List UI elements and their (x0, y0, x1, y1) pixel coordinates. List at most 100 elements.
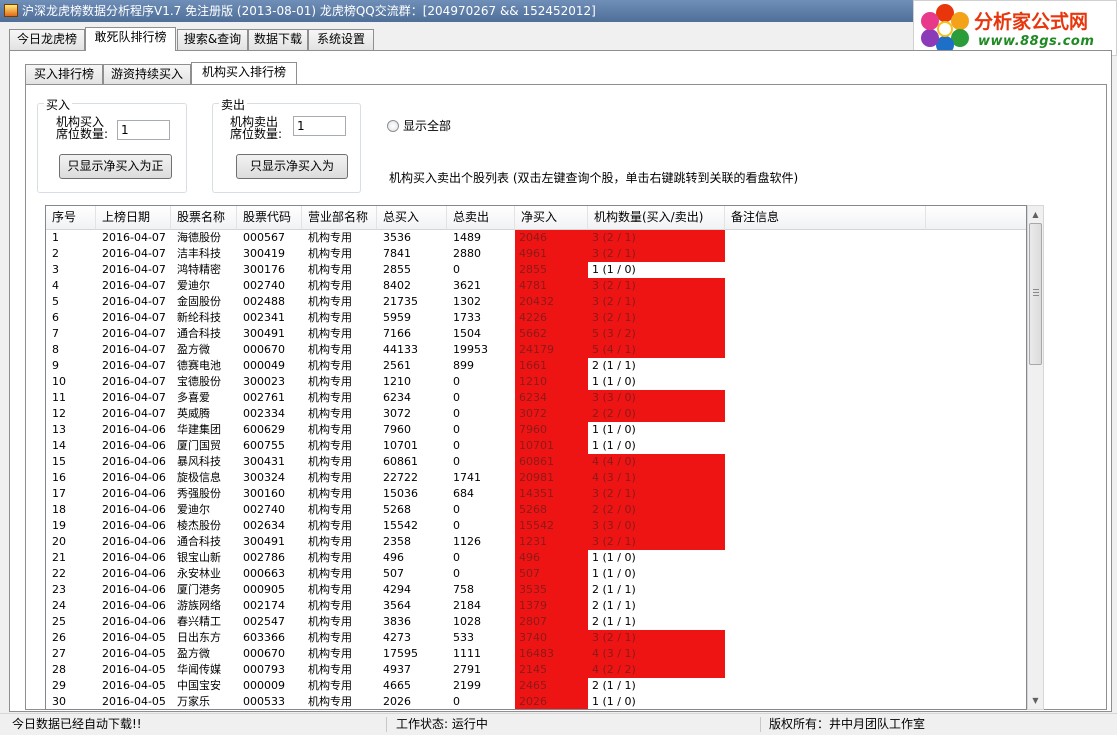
subtab-institution-buy-ranking[interactable]: 机构买入排行榜 (191, 62, 297, 84)
cell-net-buy: 5662 (515, 326, 588, 342)
sell-group-title: 卖出 (219, 96, 248, 113)
table-row[interactable]: 21 2016-04-06 银宝山新 002786 机构专用 496 0 496 1 (1 / … (46, 550, 1026, 566)
table-row[interactable]: 17 2016-04-06 秀强股份 300160 机构专用 15036 684 14351 3… (46, 486, 1026, 502)
cell-date: 2016-04-06 (102, 503, 166, 516)
tab-data-download[interactable]: 数据下载 (248, 29, 308, 50)
tab-daredevil-ranking[interactable]: 敢死队排行榜 (85, 27, 176, 51)
cell-date: 2016-04-05 (102, 663, 166, 676)
table-row[interactable]: 30 2016-04-05 万家乐 000533 机构专用 2026 0 2026 1 (1 /… (46, 694, 1026, 709)
subtab-hot-money-continuous[interactable]: 游资持续买入 (103, 64, 191, 84)
table-row[interactable]: 10 2016-04-07 宝德股份 300023 机构专用 1210 0 1210 1 (1 … (46, 374, 1026, 390)
header-stock-code[interactable]: 股票代码 (237, 206, 302, 230)
cell-stock-code: 002740 (243, 503, 285, 516)
cell-total-buy: 17595 (383, 647, 418, 660)
table-row[interactable]: 7 2016-04-07 通合科技 300491 机构专用 7166 1504 5662 5 (… (46, 326, 1026, 342)
tab-system-settings[interactable]: 系统设置 (308, 29, 374, 50)
cell-total-sell: 19953 (453, 343, 488, 356)
cell-stock-code: 300176 (243, 263, 285, 276)
table-row[interactable]: 6 2016-04-07 新纶科技 002341 机构专用 5959 1733 4226 3 (… (46, 310, 1026, 326)
cell-net-buy: 2465 (515, 678, 588, 694)
header-net-buy[interactable]: 净买入 (515, 206, 588, 230)
table-row[interactable]: 26 2016-04-05 日出东方 603366 机构专用 4273 533 3740 3 (… (46, 630, 1026, 646)
show-all-label[interactable]: 显示全部 (403, 120, 451, 132)
table-row[interactable]: 3 2016-04-07 鸿特精密 300176 机构专用 2855 0 2855 1 (1 /… (46, 262, 1026, 278)
cell-stock-name: 中国宝安 (177, 679, 221, 692)
cell-seq: 7 (52, 327, 59, 340)
header-branch-name[interactable]: 营业部名称 (302, 206, 377, 230)
cell-date: 2016-04-07 (102, 231, 166, 244)
cell-remark (725, 630, 926, 646)
institution-stock-table[interactable]: 序号 上榜日期 股票名称 股票代码 营业部名称 总买入 总卖出 净买入 机构数量(买入/卖出) 备… (45, 205, 1027, 710)
show-net-buy-button[interactable]: 只显示净买入为 (236, 154, 348, 179)
header-total-buy[interactable]: 总买入 (377, 206, 447, 230)
table-row[interactable]: 1 2016-04-07 海德股份 000567 机构专用 3536 1489 2046 3 (… (46, 230, 1026, 246)
table-row[interactable]: 14 2016-04-06 厦门国贸 600755 机构专用 10701 0 10701 1 (… (46, 438, 1026, 454)
table-header: 序号 上榜日期 股票名称 股票代码 营业部名称 总买入 总卖出 净买入 机构数量(买入/卖出) 备… (46, 206, 1026, 230)
table-row[interactable]: 11 2016-04-07 多喜爱 002761 机构专用 6234 0 6234 3 (3 /… (46, 390, 1026, 406)
table-row[interactable]: 29 2016-04-05 中国宝安 000009 机构专用 4665 2199 2465 2 … (46, 678, 1026, 694)
show-net-buy-positive-button[interactable]: 只显示净买入为正 (59, 154, 172, 179)
cell-stock-name: 旋极信息 (177, 471, 221, 484)
cell-institution-count: 2 (1 / 1) (592, 599, 636, 612)
table-vertical-scrollbar[interactable]: ▲ ▼ (1027, 205, 1044, 710)
table-row[interactable]: 25 2016-04-06 春兴精工 002547 机构专用 3836 1028 2807 2 … (46, 614, 1026, 630)
institution-panel: 买入 机构买入 席位数量: 只显示净买入为正 卖出 机构卖出 席位数量: 只显示… (25, 84, 1107, 710)
subtab-buy-ranking[interactable]: 买入排行榜 (25, 64, 103, 84)
show-all-radio[interactable] (387, 120, 399, 132)
app-icon (4, 4, 18, 17)
table-row[interactable]: 23 2016-04-06 厦门港务 000905 机构专用 4294 758 3535 2 (… (46, 582, 1026, 598)
cell-institution-count: 3 (2 / 1) (588, 246, 725, 262)
table-row[interactable]: 15 2016-04-06 暴风科技 300431 机构专用 60861 0 60861 4 (… (46, 454, 1026, 470)
cell-date: 2016-04-05 (102, 631, 166, 644)
table-row[interactable]: 12 2016-04-07 英威腾 002334 机构专用 3072 0 3072 2 (2 /… (46, 406, 1026, 422)
scroll-down-arrow-icon[interactable]: ▼ (1028, 692, 1043, 709)
cell-total-sell: 0 (453, 519, 460, 532)
table-row[interactable]: 27 2016-04-05 盈方微 000670 机构专用 17595 1111 16483 4… (46, 646, 1026, 662)
cell-stock-code: 002174 (243, 599, 285, 612)
scroll-thumb[interactable] (1029, 223, 1042, 365)
cell-total-sell: 0 (453, 439, 460, 452)
header-total-sell[interactable]: 总卖出 (447, 206, 515, 230)
table-row[interactable]: 5 2016-04-07 金固股份 002488 机构专用 21735 1302 20432 3… (46, 294, 1026, 310)
cell-institution-count: 2 (1 / 1) (592, 679, 636, 692)
cell-branch-name: 机构专用 (308, 279, 352, 292)
table-row[interactable]: 8 2016-04-07 盈方微 000670 机构专用 44133 19953 24179 5… (46, 342, 1026, 358)
table-row[interactable]: 9 2016-04-07 德赛电池 000049 机构专用 2561 899 1661 2 (1… (46, 358, 1026, 374)
table-row[interactable]: 18 2016-04-06 爱迪尔 002740 机构专用 5268 0 5268 2 (2 /… (46, 502, 1026, 518)
scroll-up-arrow-icon[interactable]: ▲ (1028, 206, 1043, 223)
cell-remark (725, 406, 926, 422)
header-stock-name[interactable]: 股票名称 (171, 206, 237, 230)
cell-net-buy: 1210 (515, 374, 588, 390)
cell-date: 2016-04-06 (102, 519, 166, 532)
table-row[interactable]: 20 2016-04-06 通合科技 300491 机构专用 2358 1126 1231 3 … (46, 534, 1026, 550)
cell-stock-name: 万家乐 (177, 695, 210, 708)
table-row[interactable]: 22 2016-04-06 永安林业 000663 机构专用 507 0 507 1 (1 / … (46, 566, 1026, 582)
buy-seat-count-input[interactable] (117, 120, 170, 140)
cell-stock-code: 002761 (243, 391, 285, 404)
table-row[interactable]: 19 2016-04-06 棱杰股份 002634 机构专用 15542 0 15542 3 (… (46, 518, 1026, 534)
table-row[interactable]: 24 2016-04-06 游族网络 002174 机构专用 3564 2184 1379 2 … (46, 598, 1026, 614)
table-row[interactable]: 16 2016-04-06 旋极信息 300324 机构专用 22722 1741 20981… (46, 470, 1026, 486)
cell-total-buy: 3836 (383, 615, 411, 628)
cell-net-buy: 4961 (515, 246, 588, 262)
cell-remark (725, 326, 926, 342)
header-date[interactable]: 上榜日期 (96, 206, 171, 230)
cell-total-sell: 2199 (453, 679, 481, 692)
status-download: 今日数据已经自动下载!! (12, 717, 142, 731)
table-row[interactable]: 13 2016-04-06 华建集团 600629 机构专用 7960 0 7960 1 (1 … (46, 422, 1026, 438)
table-row[interactable]: 2 2016-04-07 洁丰科技 300419 机构专用 7841 2880 4961 3 (… (46, 246, 1026, 262)
sell-seat-count-input[interactable] (293, 116, 346, 136)
status-working: 工作状态: 运行中 (396, 717, 488, 731)
tab-search-query[interactable]: 搜索&查询 (177, 29, 248, 50)
cell-seq: 12 (52, 407, 66, 420)
cell-seq: 11 (52, 391, 66, 404)
table-row[interactable]: 28 2016-04-05 华闻传媒 000793 机构专用 4937 2791 2145 4 … (46, 662, 1026, 678)
cell-date: 2016-04-06 (102, 455, 166, 468)
table-row[interactable]: 4 2016-04-07 爱迪尔 002740 机构专用 8402 3621 4781 3 (2… (46, 278, 1026, 294)
header-remark[interactable]: 备注信息 (725, 206, 926, 230)
cell-stock-name: 永安林业 (177, 567, 221, 580)
header-seq[interactable]: 序号 (46, 206, 96, 230)
tab-today-dragon-tiger[interactable]: 今日龙虎榜 (9, 29, 85, 50)
cell-total-sell: 0 (453, 407, 460, 420)
header-institution-count[interactable]: 机构数量(买入/卖出) (588, 206, 725, 230)
